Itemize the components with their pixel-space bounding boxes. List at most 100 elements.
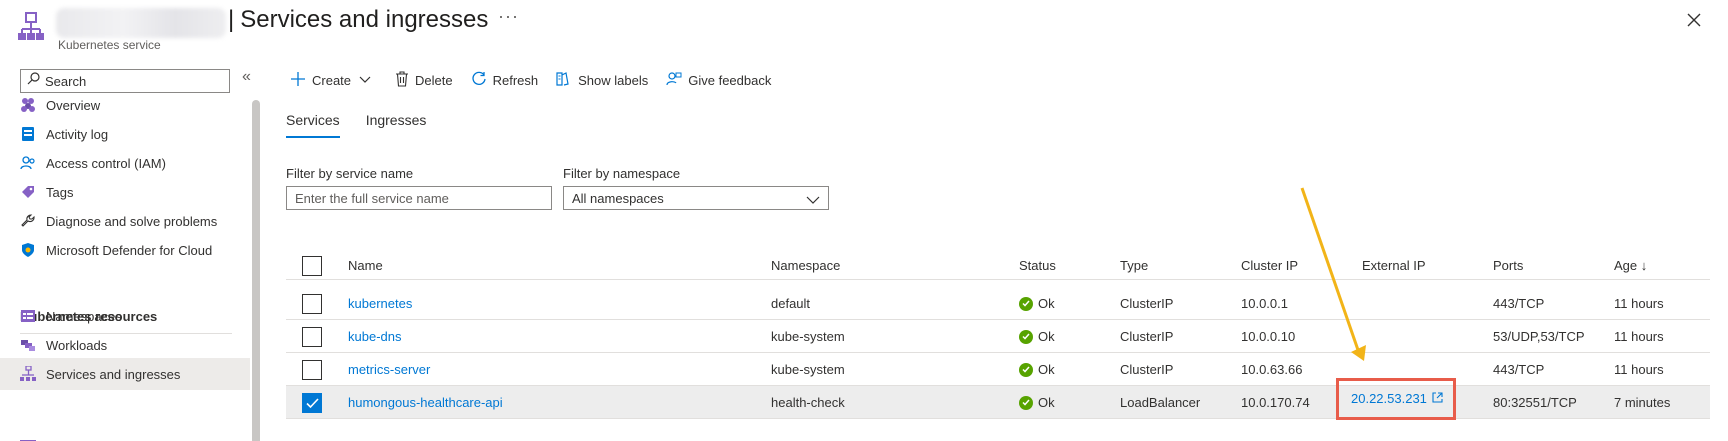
check-circle-icon <box>1019 296 1033 311</box>
age-cell: 11 hours <box>1614 329 1664 344</box>
row-checkbox[interactable] <box>302 294 322 314</box>
tab-list: Services Ingresses <box>286 112 452 138</box>
search-input[interactable] <box>45 73 225 89</box>
status-cell: Ok <box>1019 353 1055 386</box>
check-circle-icon <box>1019 395 1033 410</box>
status-text: Ok <box>1038 395 1055 410</box>
service-name-link[interactable]: kube-dns <box>348 320 401 353</box>
type-cell: ClusterIP <box>1120 362 1174 377</box>
external-ip-link[interactable]: 20.22.53.231 <box>1351 391 1443 406</box>
sidebar: « Overview Activity log Access control (… <box>0 60 262 441</box>
tab-ingresses[interactable]: Ingresses <box>366 112 427 138</box>
table-row[interactable]: kube-dns kube-system Ok ClusterIP 10.0.0… <box>286 320 1710 353</box>
sidebar-item-label: Tags <box>46 184 74 200</box>
sidebar-item-activity-log[interactable]: Activity log <box>0 118 250 150</box>
sidebar-item-services-and-ingresses[interactable]: Services and ingresses <box>0 358 250 390</box>
service-name-input[interactable] <box>295 190 551 206</box>
sidebar-item-label: Overview <box>46 97 101 113</box>
feedback-icon <box>666 71 688 90</box>
sidebar-item-label: Workloads <box>46 337 108 353</box>
chevron-down-icon <box>806 193 820 208</box>
overview-icon <box>20 97 36 113</box>
external-ip-highlight: 20.22.53.231 <box>1336 378 1456 420</box>
ports-cell: 443/TCP <box>1493 296 1545 311</box>
namespace-dropdown[interactable]: All namespaces <box>563 186 829 210</box>
delete-button[interactable]: Delete <box>395 70 453 90</box>
namespace-cell: default <box>771 296 811 311</box>
tab-services[interactable]: Services <box>286 112 340 138</box>
type-cell: ClusterIP <box>1120 329 1174 344</box>
show-labels-label: Show labels <box>578 72 649 88</box>
cluster-ip-cell: 10.0.0.1 <box>1241 296 1288 311</box>
sidebar-item-diagnose[interactable]: Diagnose and solve problems <box>0 205 250 237</box>
namespace-dropdown-value: All namespaces <box>572 190 664 206</box>
service-name-link[interactable]: humongous-healthcare-api <box>348 386 503 419</box>
column-header-age[interactable]: Age ↓ <box>1614 250 1647 280</box>
redacted-resource-name <box>56 8 226 38</box>
cluster-ip-cell: 10.0.63.66 <box>1241 362 1303 377</box>
row-checkbox-checked[interactable] <box>302 393 322 413</box>
shield-icon <box>20 242 36 258</box>
activity-log-icon <box>20 126 36 142</box>
cluster-ip-cell: 10.0.170.74 <box>1241 395 1310 410</box>
iam-icon <box>20 155 36 171</box>
close-icon[interactable] <box>1684 10 1704 30</box>
sidebar-item-workloads[interactable]: Workloads <box>0 329 250 361</box>
select-all-checkbox[interactable] <box>302 256 322 276</box>
sidebar-item-namespaces[interactable]: Namespaces <box>0 300 250 332</box>
service-name-link[interactable]: metrics-server <box>348 353 430 386</box>
row-checkbox[interactable] <box>302 360 322 380</box>
service-name-link[interactable]: kubernetes <box>348 287 412 320</box>
column-header-namespace[interactable]: Namespace <box>771 250 840 280</box>
wrench-icon <box>20 213 36 229</box>
sidebar-scrollbar[interactable] <box>252 100 260 441</box>
chevron-down-icon[interactable] <box>359 76 377 84</box>
table-row[interactable]: metrics-server kube-system Ok ClusterIP … <box>286 353 1710 386</box>
column-header-status[interactable]: Status <box>1019 250 1056 280</box>
sidebar-item-label: Activity log <box>46 126 109 142</box>
row-checkbox[interactable] <box>302 327 322 347</box>
trash-icon <box>395 70 415 90</box>
column-header-name[interactable]: Name <box>348 250 383 280</box>
ports-cell: 443/TCP <box>1493 362 1545 377</box>
check-circle-icon <box>1019 329 1033 344</box>
sidebar-item-label: Diagnose and solve problems <box>46 213 218 229</box>
external-link-icon[interactable] <box>1427 391 1443 406</box>
column-header-ports[interactable]: Ports <box>1493 250 1523 280</box>
sidebar-item-label: Access control (IAM) <box>46 155 166 171</box>
table-row-selected[interactable]: humongous-healthcare-api health-check Ok… <box>286 378 1710 420</box>
sidebar-item-label: Namespaces <box>46 308 122 324</box>
sidebar-item-overview[interactable]: Overview <box>0 89 250 121</box>
sidebar-item-tags[interactable]: Tags <box>0 176 250 208</box>
more-options-button[interactable]: ··· <box>498 6 519 27</box>
workloads-icon <box>20 337 36 353</box>
page-title: | Services and ingresses <box>228 6 488 34</box>
table-header-row: Name Namespace Status Type Cluster IP Ex… <box>286 250 1710 280</box>
search-icon <box>27 72 40 90</box>
namespaces-icon <box>20 308 36 324</box>
create-button[interactable]: Create <box>290 71 377 90</box>
collapse-sidebar-button[interactable]: « <box>242 68 251 86</box>
plus-icon <box>290 71 312 90</box>
column-header-cluster-ip[interactable]: Cluster IP <box>1241 250 1298 280</box>
page-header: | Services and ingresses ··· Kubernetes s… <box>0 0 1728 58</box>
type-cell: ClusterIP <box>1120 296 1174 311</box>
external-ip-text[interactable]: 20.22.53.231 <box>1351 391 1427 406</box>
ports-cell: 80:32551/TCP <box>1493 395 1577 410</box>
status-text: Ok <box>1038 296 1055 311</box>
column-header-external-ip[interactable]: External IP <box>1362 250 1426 280</box>
refresh-button[interactable]: Refresh <box>471 71 538 90</box>
kubernetes-service-icon <box>18 12 44 42</box>
labels-icon <box>556 71 578 90</box>
type-cell: LoadBalancer <box>1120 395 1201 410</box>
status-cell: Ok <box>1019 386 1055 419</box>
status-cell: Ok <box>1019 320 1055 353</box>
table-row[interactable]: kubernetes default Ok ClusterIP 10.0.0.1… <box>286 287 1710 320</box>
sidebar-item-iam[interactable]: Access control (IAM) <box>0 147 250 179</box>
refresh-icon <box>471 71 493 90</box>
sidebar-item-defender[interactable]: Microsoft Defender for Cloud <box>0 234 250 266</box>
service-name-filter[interactable] <box>286 186 552 210</box>
give-feedback-button[interactable]: Give feedback <box>666 71 771 90</box>
column-header-type[interactable]: Type <box>1120 250 1148 280</box>
show-labels-button[interactable]: Show labels <box>556 71 648 90</box>
